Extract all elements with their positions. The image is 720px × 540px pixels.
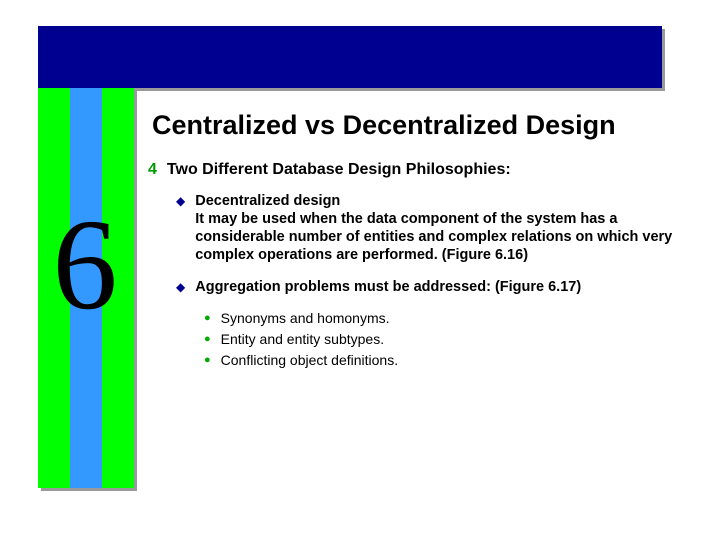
point1-body: It may be used when the data component o…	[195, 210, 700, 264]
slide-title: Centralized vs Decentralized Design	[152, 110, 692, 141]
sub-a: Synonyms and homonyms.	[221, 310, 390, 327]
stripe-blue	[70, 88, 102, 488]
bullet-icon-level1: 4	[148, 160, 157, 180]
bullet-icon-level3: ●	[204, 352, 211, 369]
bullet-icon-level3: ●	[204, 331, 211, 348]
sub-c: Conflicting object definitions.	[221, 352, 398, 369]
bullet-icon-level3: ●	[204, 310, 211, 327]
bullet-level1: 4 Two Different Database Design Philosop…	[148, 160, 700, 180]
heading-text: Two Different Database Design Philosophi…	[167, 160, 511, 180]
bullet-icon-level2: ◆	[176, 278, 185, 296]
bullet-level3: ● Entity and entity subtypes.	[204, 331, 700, 348]
bullet-icon-level2: ◆	[176, 192, 185, 210]
slide-content: 4 Two Different Database Design Philosop…	[148, 160, 700, 373]
stripe-green-left	[38, 88, 70, 488]
title-bar	[38, 26, 662, 88]
side-stripes	[38, 88, 134, 488]
point2-head: Aggregation problems must be addressed: …	[195, 278, 581, 296]
point1-head: Decentralized design	[195, 193, 340, 209]
sub-b: Entity and entity subtypes.	[221, 331, 384, 348]
point1-text: Decentralized design It may be used when…	[195, 192, 700, 264]
bullet-level2: ◆ Aggregation problems must be addressed…	[176, 278, 700, 296]
bullet-level3: ● Synonyms and homonyms.	[204, 310, 700, 327]
bullet-level3: ● Conflicting object definitions.	[204, 352, 700, 369]
bullet-level2: ◆ Decentralized design It may be used wh…	[176, 192, 700, 264]
stripe-green-right	[102, 88, 134, 488]
